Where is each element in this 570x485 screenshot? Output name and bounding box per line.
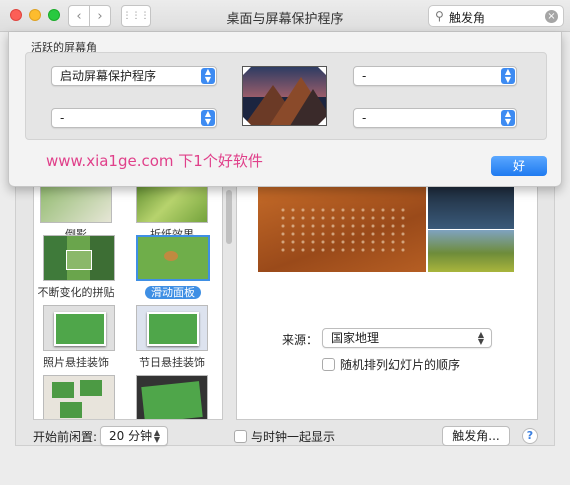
source-label: 来源： (282, 333, 319, 347)
shuffle-label: 随机排列幻灯片的顺序 (340, 358, 461, 372)
search-field[interactable]: ⚲ 触发角 × (428, 5, 564, 27)
top-right-corner-value: - (362, 69, 367, 83)
show-clock-label: 与时钟一起显示 (251, 430, 336, 444)
bottom-left-corner-value: - (60, 111, 65, 125)
idle-time-popup[interactable]: 20 分钟 ▲ ▼ (100, 426, 168, 446)
screensaver-label-selected: 滑动面板 (123, 284, 222, 300)
watermark-text: www.xia1ge.com 下1个好软件 (46, 152, 263, 170)
screensaver-thumb-origami[interactable] (136, 187, 208, 223)
top-left-corner-popup[interactable]: 启动屏幕保护程序 ▲ ▼ (51, 66, 217, 86)
title-bar: ‹ › ⋮⋮⋮ 桌面与屏幕保护程序 ⚲ 触发角 × (0, 0, 570, 32)
search-icon: ⚲ (435, 9, 444, 23)
popup-arrows-icon: ▲ ▼ (201, 110, 215, 126)
top-left-corner-marker (243, 67, 251, 75)
desktop-screensaver-window: ‹ › ⋮⋮⋮ 桌面与屏幕保护程序 ⚲ 触发角 × 倒影 折纸效果 不断变化的拼… (0, 0, 570, 485)
screensaver-label: 不断变化的拼贴 (37, 286, 115, 299)
screensaver-thumb-vintage-prints-2[interactable] (136, 375, 208, 419)
screensaver-thumb-photo-mobile[interactable] (43, 305, 115, 351)
popup-arrows-icon: ▲ ▼ (201, 68, 215, 84)
screensaver-label: 节日悬挂装饰 (139, 356, 205, 369)
screensaver-thumb-photo-wall[interactable] (43, 375, 115, 419)
popup-arrows-icon: ▲ ▼ (501, 110, 515, 126)
clear-search-icon[interactable]: × (545, 10, 558, 23)
show-clock-checkbox[interactable] (234, 430, 247, 443)
popup-arrows-icon: ▲ ▼ (501, 68, 515, 84)
idle-time-value: 20 分钟 (109, 429, 153, 443)
top-right-corner-popup[interactable]: - ▲ ▼ (353, 66, 517, 86)
top-left-corner-value: 启动屏幕保护程序 (60, 69, 157, 83)
search-input[interactable]: 触发角 (449, 9, 485, 26)
screensaver-thumb-sliding-panels[interactable] (136, 235, 210, 281)
bottom-right-corner-popup[interactable]: - ▲ ▼ (353, 108, 517, 128)
source-value: 国家地理 (331, 331, 380, 345)
bottom-left-corner-popup[interactable]: - ▲ ▼ (51, 108, 217, 128)
shuffle-checkbox[interactable] (322, 358, 335, 371)
bottom-right-corner-value: - (362, 111, 367, 125)
top-right-corner-marker (318, 67, 326, 75)
ok-button[interactable]: 好 (491, 156, 547, 176)
screensaver-thumb-vintage-prints[interactable] (43, 235, 115, 281)
help-button[interactable]: ? (522, 428, 538, 444)
bottom-left-corner-marker (243, 117, 251, 125)
screensaver-list[interactable]: 倒影 折纸效果 不断变化的拼贴 滑动面板 照片悬挂装饰 节日悬挂装饰 (33, 186, 223, 420)
popup-arrows-icon: ▲ ▼ (477, 330, 485, 346)
desktop-preview-image (242, 66, 327, 126)
bottom-right-corner-marker (318, 117, 326, 125)
hot-corners-button[interactable]: 触发角... (442, 426, 510, 446)
source-popup[interactable]: 国家地理 ▲ ▼ (322, 328, 492, 348)
idle-label: 开始前闲置: (33, 430, 98, 444)
screensaver-label: 照片悬挂装饰 (43, 356, 109, 369)
list-scrollbar[interactable] (226, 190, 232, 244)
screensaver-preview (258, 186, 514, 272)
screensaver-thumb-holiday-mobile[interactable] (136, 305, 208, 351)
screensaver-thumb-reflection[interactable] (40, 187, 112, 223)
popup-arrows-icon: ▲ ▼ (153, 428, 161, 444)
